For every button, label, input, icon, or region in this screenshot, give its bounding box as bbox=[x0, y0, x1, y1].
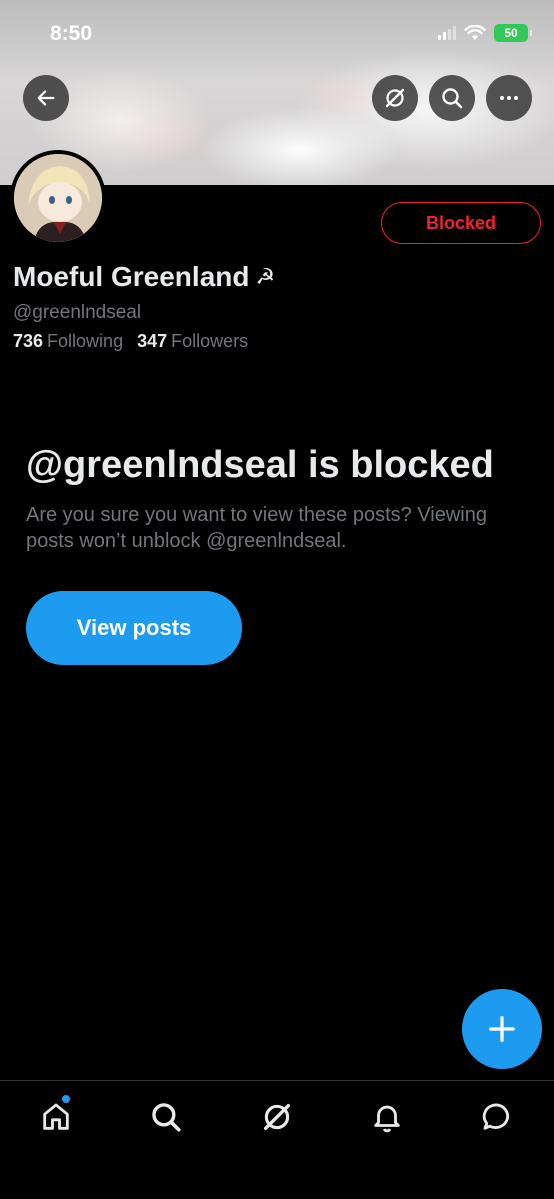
followers-count: 347 bbox=[137, 331, 168, 351]
avatar[interactable] bbox=[10, 150, 106, 246]
home-icon bbox=[43, 1103, 69, 1130]
blocked-title: @greenlndseal is blocked bbox=[26, 444, 494, 486]
plus-icon bbox=[489, 1016, 515, 1042]
search-icon bbox=[152, 1103, 181, 1132]
follow-stats: 736 Following 347 Followers bbox=[13, 331, 248, 352]
search-icon bbox=[442, 88, 463, 109]
grok-icon bbox=[385, 88, 405, 108]
tab-search[interactable] bbox=[136, 1095, 196, 1139]
more-horizontal-icon bbox=[500, 96, 518, 100]
followers-link[interactable]: 347 Followers bbox=[137, 331, 248, 352]
following-label: Following bbox=[47, 331, 124, 351]
grok-icon bbox=[263, 1103, 291, 1131]
followers-label: Followers bbox=[171, 331, 249, 351]
notifications-icon bbox=[374, 1105, 400, 1133]
battery-icon: 50 bbox=[494, 24, 532, 42]
tab-messages[interactable] bbox=[467, 1095, 527, 1139]
following-link[interactable]: 736 Following bbox=[13, 331, 123, 352]
status-icons: 50 bbox=[438, 24, 532, 42]
cellular-signal-icon bbox=[438, 26, 456, 40]
hammer-sickle-emoji: ☭ bbox=[255, 264, 276, 289]
tab-home[interactable] bbox=[26, 1095, 86, 1139]
bottom-tab-bar bbox=[0, 1080, 554, 1199]
battery-level: 50 bbox=[504, 26, 518, 40]
display-name: Moeful Greenland ☭ bbox=[13, 261, 275, 293]
tab-notifications[interactable] bbox=[357, 1095, 417, 1139]
messages-icon bbox=[482, 1103, 510, 1130]
compose-button[interactable] bbox=[462, 989, 542, 1069]
notification-dot bbox=[62, 1095, 70, 1103]
wifi-icon bbox=[464, 25, 486, 40]
back-button[interactable] bbox=[23, 75, 69, 121]
avatar-image bbox=[14, 154, 102, 242]
blocked-button[interactable]: Blocked bbox=[381, 202, 541, 244]
profile-handle: @greenlndseal bbox=[13, 302, 142, 323]
view-posts-button[interactable]: View posts bbox=[26, 591, 242, 665]
status-time: 8:50 bbox=[50, 22, 93, 45]
display-name-text: Moeful Greenland bbox=[13, 261, 250, 292]
arrow-left-icon bbox=[37, 90, 55, 106]
grok-button[interactable] bbox=[372, 75, 418, 121]
following-count: 736 bbox=[13, 331, 44, 351]
search-button[interactable] bbox=[429, 75, 475, 121]
tab-grok[interactable] bbox=[247, 1095, 307, 1139]
more-button[interactable] bbox=[486, 75, 532, 121]
blocked-description: Are you sure you want to view these post… bbox=[26, 504, 487, 552]
